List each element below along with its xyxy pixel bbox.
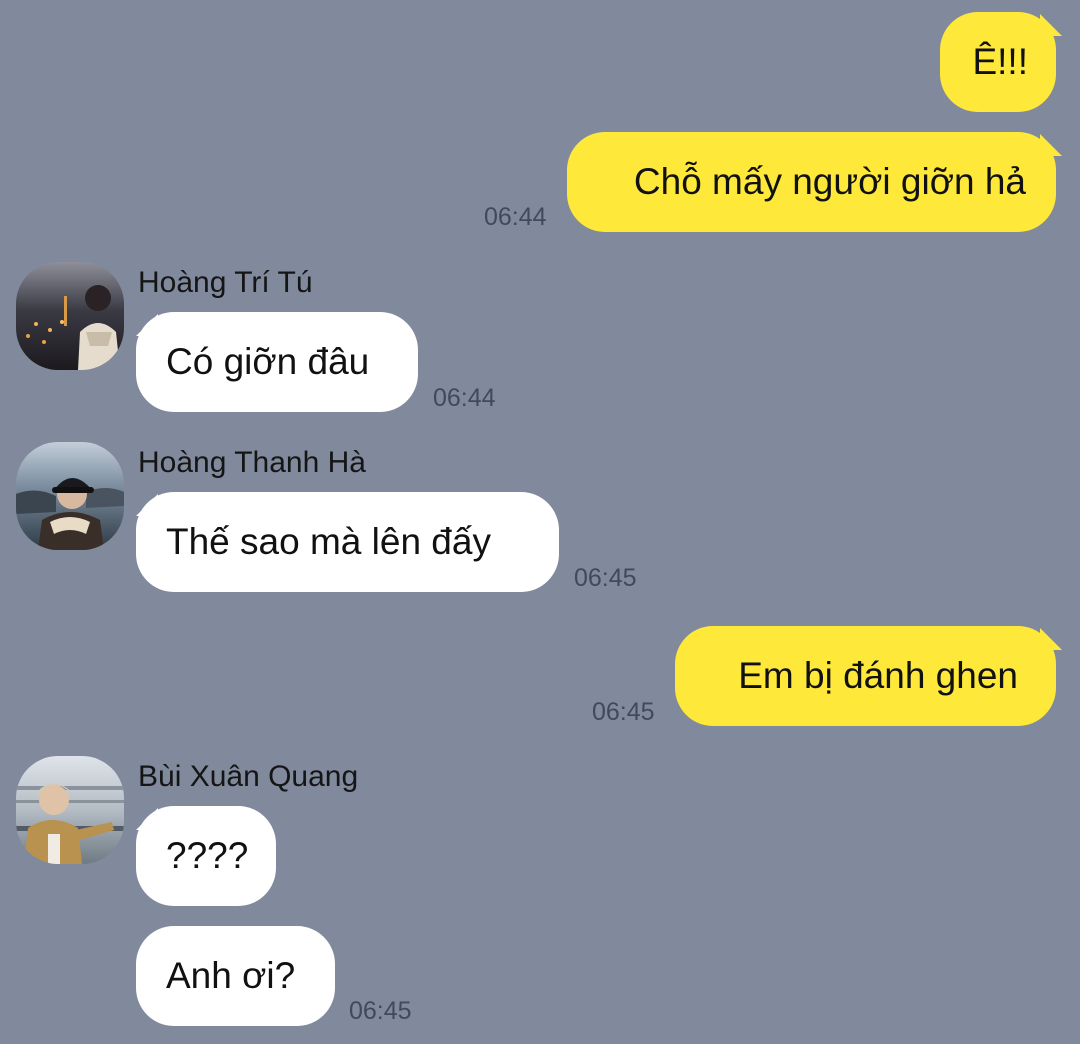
message-bubble[interactable]: Anh ơi? bbox=[136, 926, 335, 1026]
message-bubble[interactable]: Có giỡn đâu bbox=[136, 312, 418, 412]
message-bubble[interactable]: Chỗ mấy người giỡn hả bbox=[567, 132, 1056, 232]
sender-name: Bùi Xuân Quang bbox=[138, 760, 359, 793]
message-text: Anh ơi? bbox=[166, 955, 296, 996]
message-bubble[interactable]: ???? bbox=[136, 806, 276, 906]
sender-name: Hoàng Trí Tú bbox=[138, 266, 313, 299]
avatar-night-city-icon bbox=[16, 262, 124, 370]
message-timestamp: 06:45 bbox=[349, 997, 412, 1025]
avatar-beach-cap-icon bbox=[16, 442, 124, 550]
message-text: Ê!!! bbox=[972, 41, 1028, 82]
message-bubble[interactable]: Em bị đánh ghen bbox=[675, 626, 1056, 726]
sender-name: Hoàng Thanh Hà bbox=[138, 446, 366, 479]
avatar[interactable] bbox=[16, 756, 124, 864]
message-timestamp: 06:44 bbox=[484, 203, 547, 231]
message-text: Em bị đánh ghen bbox=[738, 655, 1018, 696]
message-text: ???? bbox=[166, 835, 249, 876]
avatar[interactable] bbox=[16, 442, 124, 550]
message-timestamp: 06:45 bbox=[592, 698, 655, 726]
avatar-railing-icon bbox=[16, 756, 124, 864]
message-timestamp: 06:45 bbox=[574, 564, 637, 592]
message-bubble[interactable]: Ê!!! bbox=[940, 12, 1056, 112]
message-timestamp: 06:44 bbox=[433, 384, 496, 412]
message-text: Chỗ mấy người giỡn hả bbox=[633, 161, 1026, 202]
message-bubble[interactable]: Thế sao mà lên đấy bbox=[136, 492, 559, 592]
avatar[interactable] bbox=[16, 262, 124, 370]
message-text: Có giỡn đâu bbox=[166, 341, 370, 382]
message-text: Thế sao mà lên đấy bbox=[166, 521, 491, 562]
